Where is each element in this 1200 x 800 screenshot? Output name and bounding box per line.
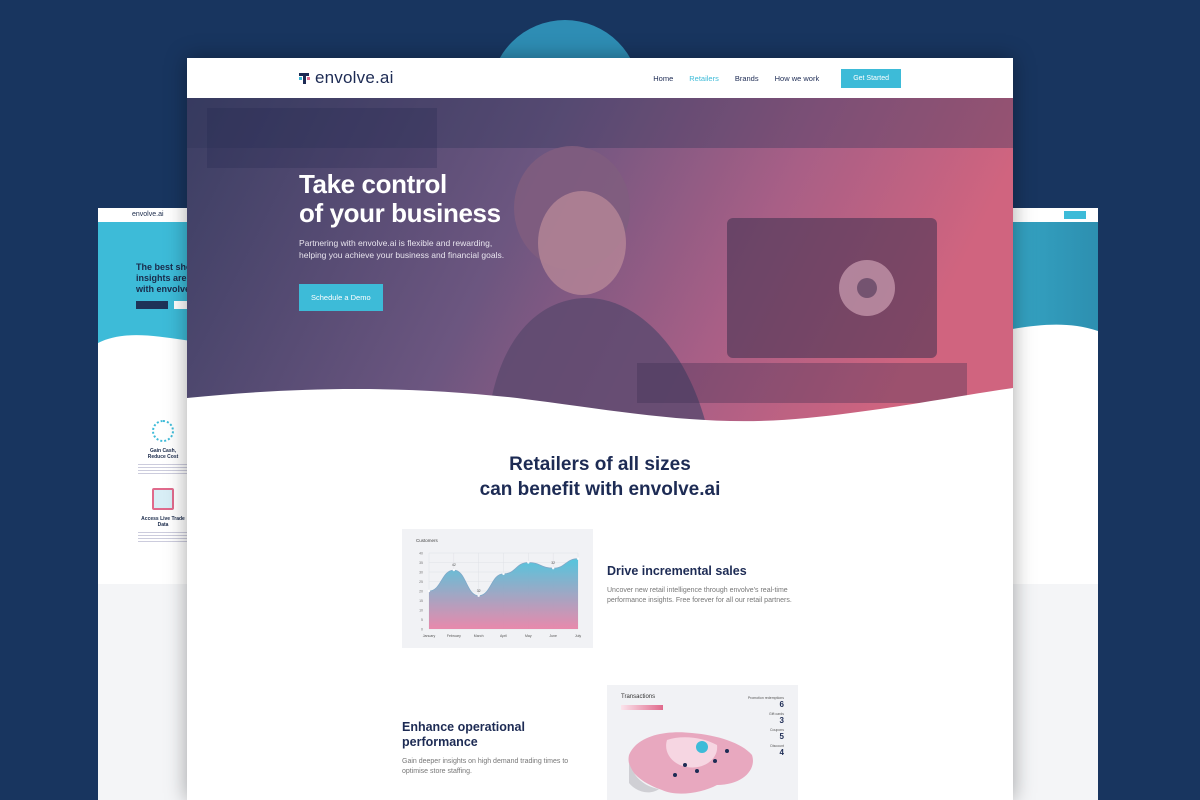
nav-item-how-we-work[interactable]: How we work	[775, 74, 820, 83]
chart-point	[452, 568, 456, 572]
side-left-feature: Gain Cash, Reduce Cost	[138, 420, 188, 474]
data-label: 32	[551, 561, 555, 565]
nav-item-retailers[interactable]: Retailers	[689, 74, 719, 83]
y-tick-label: 15	[419, 599, 423, 603]
x-tick-label: January	[423, 634, 436, 638]
y-tick-label: 30	[419, 571, 423, 575]
customers-chart: 0 5 10 15 20 25 30 35 40 42 32 32 January February Mar…	[419, 552, 581, 639]
data-label: 32	[477, 589, 481, 593]
y-tick-label: 0	[421, 628, 423, 632]
hero-title: Take control of your business	[299, 170, 514, 228]
map-legend	[621, 705, 663, 710]
hero-subtitle: Partnering with envolve.ai is flexible a…	[299, 238, 505, 260]
transactions-label: Transactions	[621, 694, 656, 700]
chart-point	[502, 572, 505, 576]
feature-operational-performance: Enhance operational performance Gain dee…	[402, 720, 587, 777]
hero-title-line: of your business	[299, 198, 501, 228]
feature-text: Gain deeper insights on high demand trad…	[402, 758, 569, 775]
schedule-demo-button[interactable]: Schedule a Demo	[299, 284, 383, 311]
stat-value: 3	[779, 716, 784, 725]
network-icon	[152, 420, 174, 442]
hero-title-line: Take control	[299, 169, 447, 199]
chart-point	[527, 561, 530, 564]
x-tick-label: April	[500, 634, 507, 638]
customers-chart-card: Customers 0 5 10 15 20 25 30 35 40 42 32 32 January F…	[402, 529, 593, 648]
feature-title-line: performance	[402, 735, 478, 749]
nav-item-home[interactable]: Home	[653, 74, 673, 83]
y-tick-label: 20	[419, 590, 423, 594]
stat-gift-cards: Gift cards 3	[748, 712, 784, 725]
side-left-feature-text	[138, 464, 188, 474]
feature-drive-sales: Drive incremental sales Uncover new reta…	[607, 564, 802, 606]
chart-point	[427, 589, 431, 593]
hero-text: Take control of your business Partnering…	[299, 170, 514, 311]
transactions-map-card: Transactions Promotion redemptions 6 Gift…	[607, 685, 798, 800]
logo-text: envolve.ai	[315, 68, 394, 87]
dashboard-icon	[152, 488, 174, 510]
chart-point	[477, 594, 480, 597]
x-tick-label: March	[474, 634, 484, 638]
feature-title: Drive incremental sales	[607, 564, 747, 578]
logo[interactable]: envolve.ai	[299, 68, 394, 88]
side-left-feature-text	[138, 532, 188, 542]
nav-menu: Home Retailers Brands How we work Get St…	[653, 68, 901, 88]
stat-value: 6	[779, 700, 784, 709]
map-marker[interactable]	[673, 773, 677, 777]
side-left-feature-title: Access Live Trade Data	[138, 516, 188, 528]
side-right-nav-button[interactable]	[1064, 211, 1086, 219]
map-marker[interactable]	[696, 741, 708, 753]
hero: Take control of your business Partnering…	[187, 98, 1013, 428]
section-title-line: Retailers of all sizes	[509, 454, 691, 475]
x-tick-label: June	[549, 634, 557, 638]
chart-point	[551, 567, 555, 570]
y-tick-label: 25	[419, 580, 423, 584]
y-tick-label: 35	[419, 561, 423, 565]
stat-promotion: Promotion redemptions 6	[748, 696, 784, 709]
stat-value: 4	[779, 748, 784, 757]
y-tick-label: 10	[419, 609, 423, 613]
feature-title: Enhance operational performance	[402, 720, 587, 750]
x-tick-label: July	[575, 634, 581, 638]
stat-value: 5	[779, 732, 784, 741]
map-marker[interactable]	[725, 749, 729, 753]
feature-text: Uncover new retail intelligence through …	[607, 587, 792, 604]
side-left-button-primary[interactable]	[136, 301, 168, 309]
top-nav: envolve.ai Home Retailers Brands How we …	[187, 58, 1013, 98]
side-left-feature-title-line: Reduce Cost	[147, 454, 179, 460]
data-label: 42	[452, 563, 456, 567]
chart-point	[576, 557, 580, 560]
x-tick-label: February	[447, 634, 461, 638]
map-marker[interactable]	[695, 769, 699, 773]
side-left-feature-title-line: Data	[157, 522, 169, 528]
section-title: Retailers of all sizes can benefit with …	[187, 452, 1013, 502]
nav-item-brands[interactable]: Brands	[735, 74, 759, 83]
side-left-feature-title: Gain Cash, Reduce Cost	[138, 448, 188, 460]
section-title-line: can benefit with envolve.ai	[479, 479, 721, 500]
stat-discount: Discount 4	[748, 744, 784, 757]
logo-mark-icon	[299, 71, 313, 85]
side-left-feature: Access Live Trade Data	[138, 488, 188, 542]
map-marker[interactable]	[683, 763, 687, 767]
hero-wave	[187, 388, 1013, 428]
chart-title: Customers	[416, 538, 438, 543]
stat-coupons: Coupons 5	[748, 728, 784, 741]
y-tick-label: 5	[421, 618, 423, 622]
stat-label: Promotion redemptions	[747, 696, 784, 700]
main-page: envolve.ai Home Retailers Brands How we …	[187, 58, 1013, 800]
map-marker[interactable]	[713, 759, 717, 763]
feature-title-line: Enhance operational	[402, 720, 525, 734]
x-tick-label: May	[525, 634, 532, 638]
y-tick-label: 40	[419, 552, 423, 556]
transaction-stats: Promotion redemptions 6 Gift cards 3 Coupo…	[748, 696, 784, 760]
get-started-button[interactable]: Get Started	[841, 68, 901, 88]
